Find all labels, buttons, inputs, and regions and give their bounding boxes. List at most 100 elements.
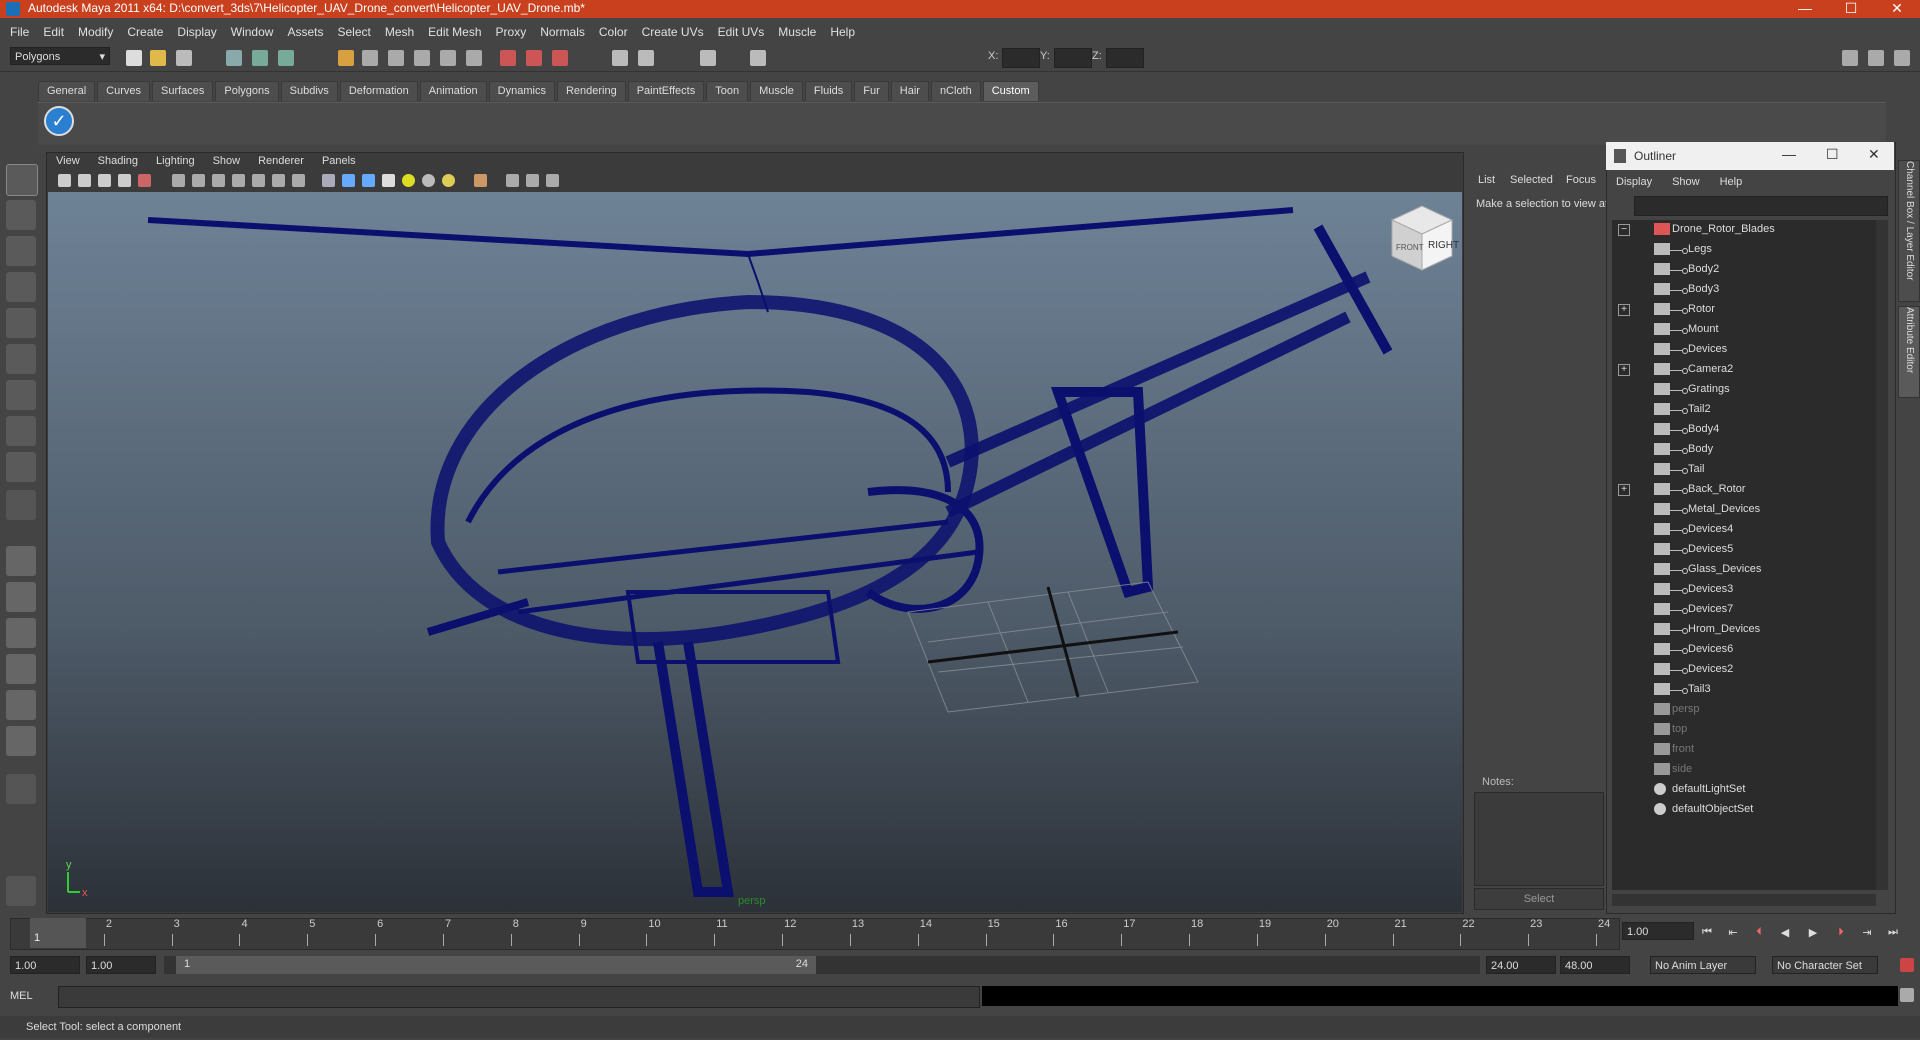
playback-end-field[interactable]: 24.00 — [1486, 956, 1556, 974]
isolate-select-icon[interactable] — [474, 174, 487, 187]
render-settings-icon[interactable] — [552, 50, 568, 66]
shelf-tab-dynamics[interactable]: Dynamics — [488, 81, 555, 101]
channel-tab-focus[interactable]: Focus — [1566, 174, 1596, 186]
safe-action-icon[interactable] — [272, 174, 285, 187]
high-quality-icon[interactable] — [442, 174, 455, 187]
menu-create[interactable]: Create — [127, 25, 163, 39]
maximize-button[interactable]: ☐ — [1828, 0, 1874, 18]
outliner-item[interactable]: Devices7 — [1612, 600, 1876, 620]
show-tool-settings-icon[interactable] — [1868, 50, 1884, 66]
view-cube[interactable] — [1390, 205, 1454, 271]
scale-tool-icon[interactable] — [6, 344, 36, 374]
share-view-icon[interactable] — [546, 174, 559, 187]
shelf-tab-toon[interactable]: Toon — [706, 81, 749, 101]
menu-edit-uvs[interactable]: Edit UVs — [718, 25, 765, 39]
expand-icon[interactable]: + — [1618, 364, 1630, 376]
outliner-menu-show[interactable]: Show — [1672, 176, 1700, 188]
current-frame-marker[interactable]: 1 — [30, 918, 86, 948]
two-d-pan-zoom-icon[interactable] — [138, 174, 151, 187]
shelf-tab-fur[interactable]: Fur — [854, 81, 889, 101]
outliner-item[interactable]: Tail2 — [1612, 400, 1876, 420]
wireframe-on-shaded-icon[interactable] — [362, 174, 375, 187]
shelf-tab-deformation[interactable]: Deformation — [339, 81, 418, 101]
outliner-item[interactable]: + Rotor — [1612, 300, 1876, 320]
outliner-item[interactable]: Tail3 — [1612, 680, 1876, 700]
outliner-item[interactable]: Mount — [1612, 320, 1876, 340]
menu-display[interactable]: Display — [177, 25, 216, 39]
save-scene-icon[interactable] — [176, 50, 192, 66]
outliner-item[interactable]: defaultObjectSet — [1612, 800, 1876, 820]
menu-set-selector[interactable]: Polygons ▾ — [10, 47, 110, 65]
hypershade-persp-layout-icon[interactable] — [6, 690, 36, 720]
persp-trax-layout-icon[interactable] — [6, 726, 36, 756]
xray-joints-icon[interactable] — [526, 174, 539, 187]
select-object-icon[interactable] — [252, 50, 268, 66]
outliner-item[interactable]: Body — [1612, 440, 1876, 460]
outliner-item[interactable]: Glass_Devices — [1612, 560, 1876, 580]
character-set-selector[interactable]: No Character Set — [1772, 956, 1878, 974]
last-tool-icon[interactable] — [6, 490, 36, 520]
four-view-layout-icon[interactable] — [6, 582, 36, 612]
wireframe-icon[interactable] — [322, 174, 335, 187]
play-forwards-icon[interactable]: ▶ — [1806, 926, 1820, 940]
snap-surface-icon[interactable] — [414, 50, 430, 66]
y-field[interactable] — [1054, 48, 1092, 68]
show-attribute-editor-icon[interactable] — [1842, 50, 1858, 66]
go-to-start-icon[interactable]: ⏮ — [1700, 926, 1714, 940]
outliner-minimize-button[interactable]: — — [1782, 146, 1796, 162]
xray-icon[interactable] — [506, 174, 519, 187]
x-field[interactable] — [1002, 48, 1040, 68]
menu-mesh[interactable]: Mesh — [385, 25, 414, 39]
menu-window[interactable]: Window — [231, 25, 274, 39]
new-scene-icon[interactable] — [126, 50, 142, 66]
outliner-item[interactable]: Metal_Devices — [1612, 500, 1876, 520]
outliner-item[interactable]: + Camera2 — [1612, 360, 1876, 380]
step-forward-icon[interactable]: ⇥ — [1860, 926, 1874, 940]
show-channel-box-icon[interactable] — [1894, 50, 1910, 66]
manipulator-tool-icon[interactable] — [6, 380, 36, 410]
snap-point-icon[interactable] — [362, 50, 378, 66]
menu-create-uvs[interactable]: Create UVs — [642, 25, 704, 39]
select-tool-icon[interactable] — [6, 164, 38, 196]
bookmarks-icon[interactable] — [98, 174, 111, 187]
shelf-tab-muscle[interactable]: Muscle — [750, 81, 803, 101]
shelf-tab-custom[interactable]: Custom — [982, 81, 1039, 101]
time-slider[interactable] — [10, 918, 1620, 950]
shadows-icon[interactable] — [422, 174, 435, 187]
close-button[interactable]: ✕ — [1874, 0, 1920, 18]
mouse-icon[interactable] — [6, 876, 36, 906]
open-scene-icon[interactable] — [150, 50, 166, 66]
ipr-render-icon[interactable] — [526, 50, 542, 66]
menu-help[interactable]: Help — [830, 25, 855, 39]
outliner-item[interactable]: Tail — [1612, 460, 1876, 480]
rotate-tool-icon[interactable] — [6, 308, 36, 338]
shelf-tab-animation[interactable]: Animation — [419, 81, 487, 101]
camera-attributes-icon[interactable] — [78, 174, 91, 187]
outliner-item[interactable]: front — [1612, 740, 1876, 760]
attribute-editor-side-tab[interactable]: Attribute Editor — [1898, 306, 1920, 398]
smooth-shade-icon[interactable] — [342, 174, 355, 187]
outliner-item[interactable]: − Drone_Rotor_Blades — [1612, 220, 1876, 240]
playback-start-field[interactable]: 1.00 — [86, 956, 156, 974]
menu-color[interactable]: Color — [599, 25, 628, 39]
channel-box-side-tab[interactable]: Channel Box / Layer Editor — [1898, 160, 1920, 302]
shelf-tab-general[interactable]: General — [38, 81, 96, 101]
shelf-tab-hair[interactable]: Hair — [890, 81, 929, 101]
expand-icon[interactable]: + — [1618, 484, 1630, 496]
resolution-gate-icon[interactable] — [212, 174, 225, 187]
outliner-item[interactable]: Devices4 — [1612, 520, 1876, 540]
outliner-filter-field[interactable] — [1634, 196, 1888, 216]
script-editor-icon[interactable] — [1900, 988, 1914, 1002]
outliner-menu-display[interactable]: Display — [1616, 176, 1652, 188]
snap-grid-icon[interactable] — [338, 50, 354, 66]
use-all-lights-icon[interactable] — [402, 174, 415, 187]
notes-field[interactable] — [1474, 792, 1604, 886]
select-hierarchy-icon[interactable] — [226, 50, 242, 66]
render-frame-icon[interactable] — [500, 50, 516, 66]
select-button[interactable]: Select — [1474, 888, 1604, 910]
field-chart-icon[interactable] — [252, 174, 265, 187]
outliner-item[interactable]: Devices2 — [1612, 660, 1876, 680]
animation-start-field[interactable]: 1.00 — [10, 956, 80, 974]
collapse-icon[interactable]: − — [1618, 224, 1630, 236]
channel-tab-list[interactable]: List — [1478, 174, 1495, 186]
